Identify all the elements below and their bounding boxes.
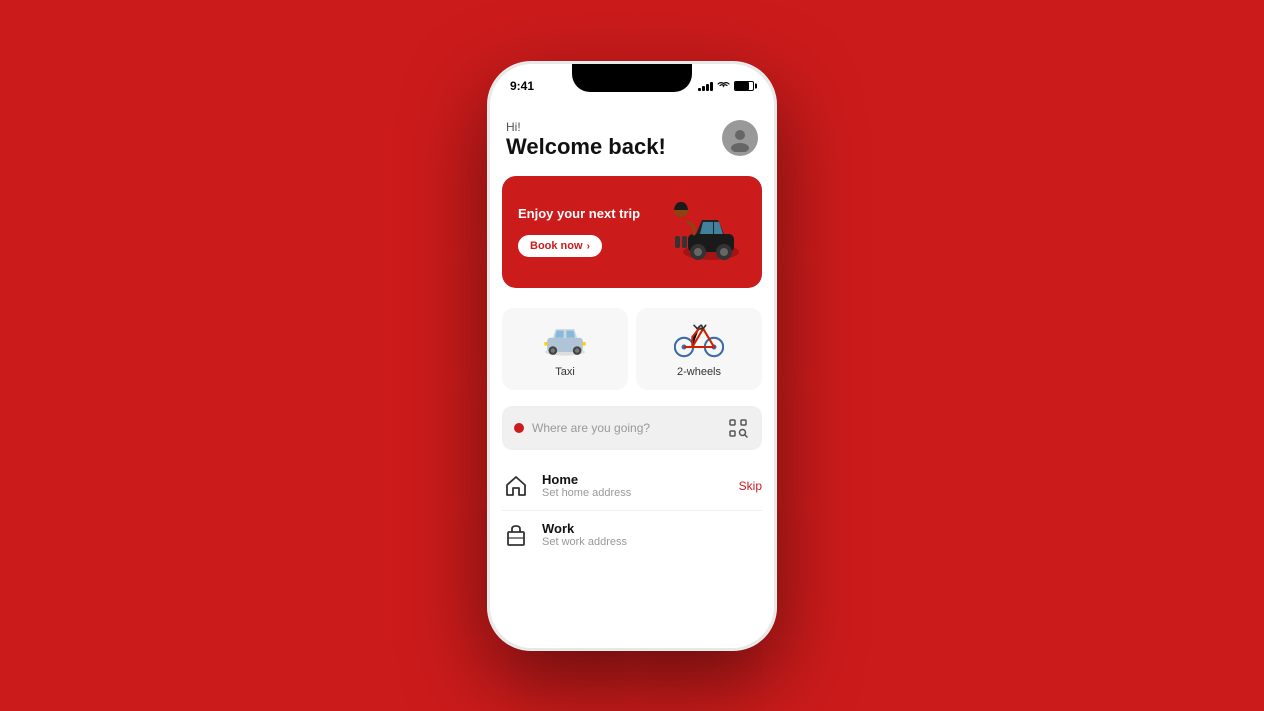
- taxi-label: Taxi: [555, 366, 575, 378]
- phone-frame: 9:41: [487, 61, 777, 651]
- work-icon: [502, 521, 530, 549]
- service-grid: Taxi: [490, 296, 774, 398]
- promo-text-section: Enjoy your next trip Book now ›: [518, 206, 656, 257]
- status-icons: [698, 79, 754, 92]
- promo-banner[interactable]: Enjoy your next trip Book now ›: [502, 176, 762, 288]
- home-name: Home: [542, 472, 727, 487]
- notch: [572, 64, 692, 92]
- scan-icon[interactable]: [726, 416, 750, 440]
- battery-fill: [735, 82, 749, 90]
- service-card-2wheels[interactable]: 2-wheels: [636, 308, 762, 390]
- work-name: Work: [542, 521, 762, 536]
- greeting-welcome: Welcome back!: [506, 134, 666, 160]
- home-subtitle: Set home address: [542, 487, 727, 499]
- signal-bars-icon: [698, 81, 713, 91]
- home-icon: [502, 472, 530, 500]
- greeting-hi: Hi!: [506, 120, 666, 134]
- phone-inner: 9:41: [490, 64, 774, 648]
- search-section: Where are you going?: [490, 398, 774, 458]
- promo-title: Enjoy your next trip: [518, 206, 656, 223]
- arrow-icon: ›: [587, 241, 590, 252]
- search-bar[interactable]: Where are you going?: [502, 406, 762, 450]
- home-address-item[interactable]: Home Set home address Skip: [502, 462, 762, 511]
- search-placeholder: Where are you going?: [532, 421, 718, 435]
- home-address-text: Home Set home address: [542, 472, 727, 499]
- greeting-section: Hi! Welcome back!: [506, 120, 666, 160]
- location-dot-icon: [514, 423, 524, 433]
- work-subtitle: Set work address: [542, 536, 762, 548]
- taxi-icon: [540, 320, 590, 360]
- address-list: Home Set home address Skip Work: [490, 458, 774, 563]
- 2wheels-label: 2-wheels: [677, 366, 721, 378]
- bike-icon: [674, 320, 724, 360]
- skip-link[interactable]: Skip: [739, 479, 762, 493]
- battery-icon: [734, 81, 754, 91]
- service-card-taxi[interactable]: Taxi: [502, 308, 628, 390]
- status-bar: 9:41: [490, 64, 774, 108]
- avatar[interactable]: [722, 120, 758, 156]
- work-address-item[interactable]: Work Set work address: [502, 511, 762, 559]
- book-now-button[interactable]: Book now ›: [518, 235, 602, 257]
- work-address-text: Work Set work address: [542, 521, 762, 548]
- app-content: Hi! Welcome back! Enjoy your next trip B…: [490, 108, 774, 648]
- promo-illustration: [656, 192, 746, 272]
- status-time: 9:41: [510, 79, 534, 93]
- wifi-icon: [717, 79, 730, 92]
- app-header: Hi! Welcome back!: [490, 108, 774, 168]
